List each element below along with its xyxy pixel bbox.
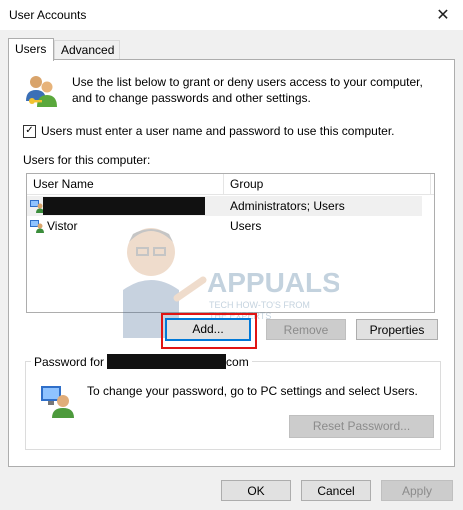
- password-legend-prefix: Password for: [34, 355, 105, 369]
- user-accounts-window: User Accounts ✕ Users Advanced Use the l…: [0, 0, 463, 510]
- ok-button[interactable]: OK: [221, 480, 291, 501]
- table-row[interactable]: Administrators; Users: [27, 196, 422, 216]
- users-icon: [26, 76, 57, 107]
- tab-users[interactable]: Users: [8, 38, 54, 61]
- password-group: Password for com To change your password,…: [25, 354, 441, 450]
- remove-user-button[interactable]: Remove: [266, 319, 346, 340]
- checkmark-icon: ✓: [25, 125, 34, 136]
- user-password-icon: [41, 386, 74, 418]
- users-tab-panel: Use the list below to grant or deny user…: [8, 59, 455, 467]
- redacted-account-email: [107, 354, 227, 369]
- intro-line-1: Use the list below to grant or deny user…: [72, 75, 423, 89]
- watermark-tagline-1: TECH HOW-TO'S FROM: [209, 300, 310, 310]
- group-cell: Administrators; Users: [230, 199, 345, 213]
- close-icon[interactable]: ✕: [423, 0, 463, 30]
- apply-button[interactable]: Apply: [381, 480, 453, 501]
- users-list-label: Users for this computer:: [23, 153, 151, 167]
- tab-advanced[interactable]: Advanced: [54, 40, 120, 60]
- properties-button[interactable]: Properties: [356, 319, 438, 340]
- intro-line-2: and to change passwords and other settin…: [72, 91, 311, 105]
- intro-text: Use the list below to grant or deny user…: [72, 74, 442, 106]
- user-name-cell: Vistor: [47, 219, 78, 233]
- password-instructions: To change your password, go to PC settin…: [87, 384, 418, 398]
- user-icon: [30, 200, 44, 213]
- cancel-button[interactable]: Cancel: [301, 480, 371, 501]
- require-login-label[interactable]: Users must enter a user name and passwor…: [41, 124, 395, 138]
- reset-password-button[interactable]: Reset Password...: [289, 415, 434, 438]
- require-login-checkbox[interactable]: ✓: [23, 124, 36, 138]
- require-login-row[interactable]: ✓ Users must enter a user name and passw…: [23, 124, 395, 138]
- title-bar: User Accounts ✕: [0, 0, 463, 30]
- redacted-user-name: [43, 197, 205, 215]
- add-user-button[interactable]: Add...: [165, 318, 251, 341]
- window-title: User Accounts: [9, 8, 87, 22]
- password-legend-suffix: com: [226, 355, 249, 369]
- list-header: User Name Group: [27, 174, 434, 195]
- column-header-user-name[interactable]: User Name: [27, 174, 224, 194]
- password-group-legend: Password for com: [31, 354, 252, 369]
- user-icon: [30, 220, 44, 233]
- watermark-brand: APPUALS: [207, 267, 339, 298]
- column-header-group[interactable]: Group: [224, 174, 431, 194]
